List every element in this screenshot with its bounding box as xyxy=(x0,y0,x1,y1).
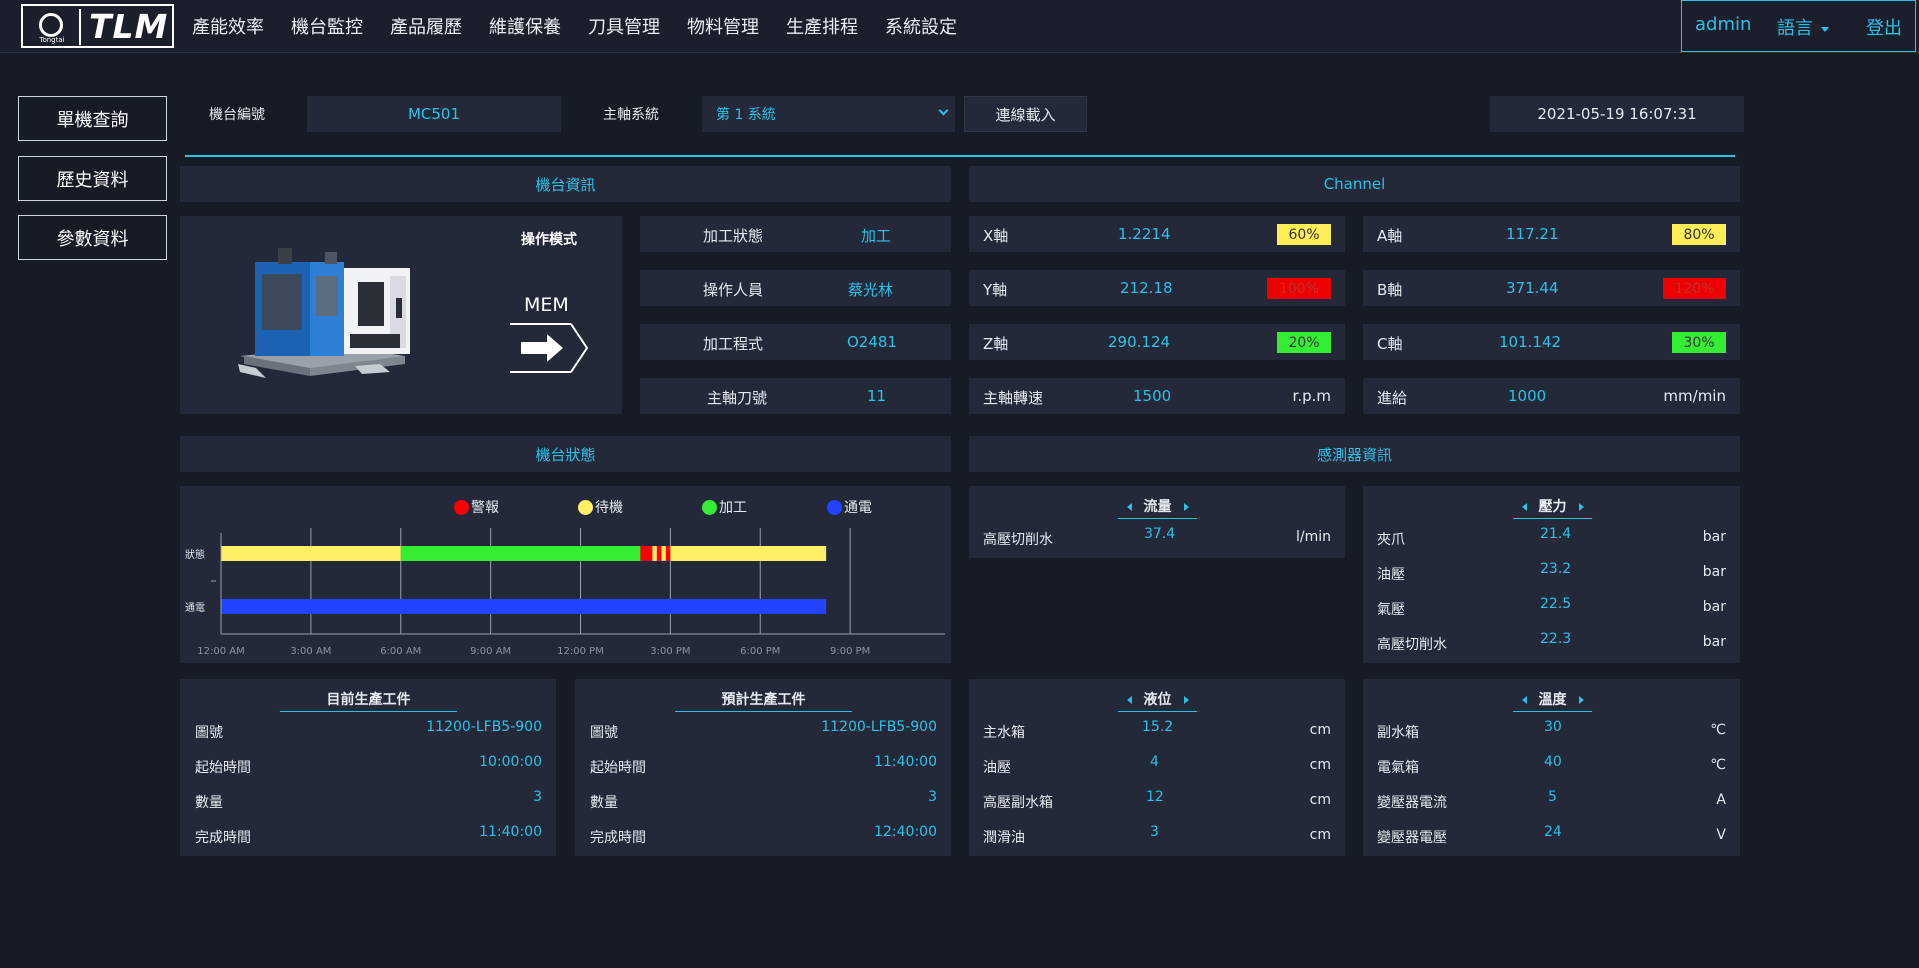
timeline-segment[interactable] xyxy=(665,546,671,561)
timeline-segment[interactable] xyxy=(670,546,827,561)
nav-maintenance[interactable]: 維護保養 xyxy=(489,13,561,39)
toolbar-divider xyxy=(185,155,1735,157)
next-arrow-icon[interactable] xyxy=(1183,503,1189,511)
info-row-operator: 操作人員 蔡光林 xyxy=(640,270,951,306)
timeline-segment[interactable] xyxy=(640,546,653,561)
axis-row-z: Z軸 290.124 20% xyxy=(969,324,1345,360)
status-timeline-chart: 狀態 通電 12:00 AM 3:00 AM 6:00 AM 9:00 AM 12:00… xyxy=(185,528,945,657)
user-name[interactable]: admin xyxy=(1695,14,1751,35)
machine-id-field[interactable]: MC501 xyxy=(307,96,561,132)
axis-load-badge: 60% xyxy=(1277,224,1331,245)
nav-capacity[interactable]: 產能效率 xyxy=(192,13,264,39)
axis-load-badge: 80% xyxy=(1672,224,1726,245)
axis-row-c: C軸 101.142 30% xyxy=(1363,324,1740,360)
tongtai-logo-icon: Tongtai xyxy=(27,9,81,45)
flow-title[interactable]: 流量 xyxy=(1118,496,1197,519)
axis-load-badge: 20% xyxy=(1277,332,1331,353)
info-row-program: 加工程式 O2481 xyxy=(640,324,951,360)
sidebar-parameters[interactable]: 參數資料 xyxy=(18,215,167,260)
operation-mode-value: MEM xyxy=(524,294,569,316)
timeline-row-label-status: 狀態 xyxy=(185,548,205,561)
timeline-tick-label: 6:00 AM xyxy=(380,646,421,657)
timeline-row-label-power: 通電 xyxy=(185,602,205,614)
axis-load-badge: 30% xyxy=(1672,332,1726,353)
next-arrow-icon[interactable] xyxy=(1183,696,1189,704)
next-job-title: 預計生產工件 xyxy=(675,689,852,712)
next-arrow-icon[interactable] xyxy=(1578,696,1584,704)
machine-illustration xyxy=(238,248,410,378)
datetime-display: 2021-05-19 16:07:31 xyxy=(1490,96,1744,132)
machine-image-panel: 操作模式 MEM xyxy=(180,216,622,414)
spindle-system-label: 主軸系統 xyxy=(603,107,659,123)
axis-row-y: Y軸 212.18 100% xyxy=(969,270,1345,306)
timeline-tick-label: 3:00 PM xyxy=(650,646,690,657)
nav-tool-management[interactable]: 刀具管理 xyxy=(588,13,660,39)
machine-id-label: 機台編號 xyxy=(209,107,265,123)
top-navbar: Tongtai TLM 產能效率 機台監控 產品履歷 維護保養 刀具管理 物料管… xyxy=(0,0,1919,53)
flow-panel: 流量 高壓切削水 37.4 l/min xyxy=(969,486,1345,558)
main-nav: 產能效率 機台監控 產品履歷 維護保養 刀具管理 物料管理 生產排程 系統設定 xyxy=(192,0,984,52)
temperature-panel: 溫度 副水箱 30 ℃ 電氣箱 40 ℃ 變壓器電流 5 A 變壓器電壓 24 … xyxy=(1363,679,1740,856)
level-title[interactable]: 液位 xyxy=(1118,689,1197,712)
axis-row-x: X軸 1.2214 60% xyxy=(969,216,1345,252)
timeline-tick-label: 12:00 AM xyxy=(197,646,244,657)
axis-row-b: B軸 371.44 120% xyxy=(1363,270,1740,306)
feed-rate-row: 進給 1000 mm/min xyxy=(1363,378,1740,414)
info-row-process-status: 加工狀態 加工 xyxy=(640,216,951,252)
temperature-title[interactable]: 溫度 xyxy=(1513,689,1592,712)
timeline-segment[interactable] xyxy=(400,546,641,561)
timeline-tick-label: 6:00 PM xyxy=(740,646,780,657)
machine-info-header: 機台資訊 xyxy=(180,166,951,202)
spindle-system-value: 第 1 系統 xyxy=(716,107,776,123)
user-box: admin 語言 登出 xyxy=(1681,0,1916,52)
chevron-down-icon xyxy=(938,105,949,116)
nav-product-history[interactable]: 產品履歷 xyxy=(390,13,462,39)
prev-arrow-icon[interactable] xyxy=(1126,503,1132,511)
channel-header: Channel xyxy=(969,166,1740,202)
nav-machine-monitor[interactable]: 機台監控 xyxy=(291,13,363,39)
arrow-right-icon xyxy=(510,323,589,373)
prev-arrow-icon[interactable] xyxy=(1521,696,1527,704)
timeline-tick-label: 9:00 PM xyxy=(830,646,870,657)
current-job-title: 目前生產工件 xyxy=(280,689,457,712)
spindle-speed-row: 主軸轉速 1500 r.p.m xyxy=(969,378,1345,414)
info-row-tool-number: 主軸刀號 11 xyxy=(640,378,951,414)
next-job-panel: 預計生產工件 圖號 11200-LFB5-900 起始時間 11:40:00 數… xyxy=(575,679,951,856)
language-menu[interactable]: 語言 xyxy=(1777,14,1829,40)
timeline-tick-label: 12:00 PM xyxy=(557,646,604,657)
caret-down-icon xyxy=(1821,26,1829,32)
timeline-tick-label: 3:00 AM xyxy=(290,646,331,657)
logo-text: TLM xyxy=(89,7,169,46)
axis-load-badge: 120% xyxy=(1663,278,1726,299)
language-label: 語言 xyxy=(1777,18,1813,39)
pressure-title[interactable]: 壓力 xyxy=(1513,496,1592,519)
timeline-segment[interactable] xyxy=(652,546,657,561)
sensor-info-header: 感測器資訊 xyxy=(969,436,1740,472)
timeline-segment[interactable] xyxy=(661,546,666,561)
logout-link[interactable]: 登出 xyxy=(1866,14,1902,40)
prev-arrow-icon[interactable] xyxy=(1126,696,1132,704)
tlm-logo[interactable]: Tongtai TLM xyxy=(21,4,174,48)
prev-arrow-icon[interactable] xyxy=(1521,503,1527,511)
next-arrow-icon[interactable] xyxy=(1578,503,1584,511)
machine-status-header: 機台狀態 xyxy=(180,436,951,472)
timeline-segment[interactable] xyxy=(221,546,401,561)
axis-row-a: A軸 117.21 80% xyxy=(1363,216,1740,252)
sidebar-history[interactable]: 歷史資料 xyxy=(18,156,167,201)
sidebar-single-query[interactable]: 單機查詢 xyxy=(18,96,167,141)
level-panel: 液位 主水箱 15.2 cm 油壓 4 cm 高壓副水箱 12 cm 潤滑油 3… xyxy=(969,679,1345,856)
timeline-tick-label: 9:00 AM xyxy=(470,646,511,657)
nav-system-settings[interactable]: 系統設定 xyxy=(885,13,957,39)
pressure-panel: 壓力 夾爪 21.4 bar 油壓 23.2 bar 氣壓 22.5 bar 高… xyxy=(1363,486,1740,663)
nav-production-schedule[interactable]: 生產排程 xyxy=(786,13,858,39)
nav-material-management[interactable]: 物料管理 xyxy=(687,13,759,39)
axis-load-badge: 100% xyxy=(1267,278,1331,299)
spindle-system-select[interactable]: 第 1 系統 xyxy=(702,96,955,132)
timeline-segment[interactable] xyxy=(656,546,662,561)
connect-load-button[interactable]: 連線載入 xyxy=(964,96,1087,132)
timeline-segment[interactable] xyxy=(221,599,827,614)
current-job-panel: 目前生產工件 圖號 11200-LFB5-900 起始時間 10:00:00 數… xyxy=(180,679,556,856)
operation-mode-label: 操作模式 xyxy=(521,232,577,248)
